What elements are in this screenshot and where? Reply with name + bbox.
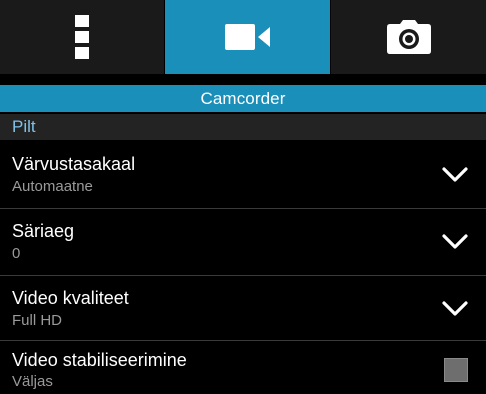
tab-camcorder[interactable] <box>165 0 330 74</box>
chevron-down-icon <box>442 167 468 182</box>
setting-exposure[interactable]: Säriaeg 0 <box>0 209 486 275</box>
setting-title: Video stabiliseerimine <box>12 350 187 370</box>
page-title-bar: Camcorder <box>0 85 486 112</box>
camera-icon <box>386 20 431 54</box>
tab-camera[interactable] <box>331 0 486 74</box>
chevron-down-icon <box>442 301 468 316</box>
tab-menu[interactable] <box>0 0 164 74</box>
chevron-down-icon <box>442 234 468 249</box>
setting-value: Automaatne <box>12 178 93 195</box>
setting-value: Full HD <box>12 312 63 329</box>
setting-value: Väljas <box>12 373 53 390</box>
setting-title: Video kvaliteet <box>12 288 129 308</box>
videocam-icon <box>224 24 271 50</box>
setting-value: 0 <box>12 245 21 262</box>
setting-video-stabilization[interactable]: Video stabiliseerimine Väljas <box>0 341 486 394</box>
section-label: Pilt <box>12 117 36 136</box>
page-title: Camcorder <box>200 88 286 108</box>
setting-title: Säriaeg <box>12 221 75 241</box>
setting-title: Värvustasakaal <box>12 154 136 174</box>
section-header: Pilt <box>0 114 486 140</box>
setting-video-quality[interactable]: Video kvaliteet Full HD <box>0 276 486 342</box>
mode-tab-bar <box>0 0 486 74</box>
camcorder-settings-screen: Camcorder Pilt Värvustasakaal Automaatne… <box>0 0 486 394</box>
setting-white-balance[interactable]: Värvustasakaal Automaatne <box>0 142 486 208</box>
menu-icon <box>75 15 89 59</box>
stabilization-checkbox[interactable] <box>444 358 468 382</box>
